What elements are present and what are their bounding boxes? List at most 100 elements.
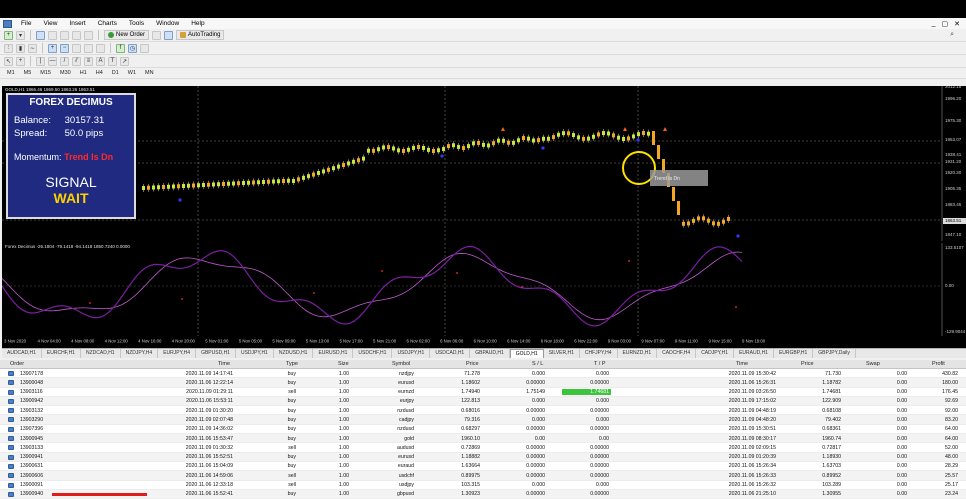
tile-windows-icon[interactable] (72, 43, 81, 53)
symbol-tab[interactable]: USDCHF,H1 (353, 349, 393, 358)
menu-view[interactable]: View (37, 18, 63, 29)
trade-row[interactable]: 13907178 2020.11.09 14:17:41 buy 1.00 nzdjpy… (0, 369, 966, 379)
menu-window[interactable]: Window (150, 18, 185, 29)
symbol-tab[interactable]: NZDCAD,H1 (81, 349, 121, 358)
symbol-tab[interactable]: USDJPY,H1 (392, 349, 431, 358)
symbol-tab[interactable]: USDCAD,H1 (430, 349, 471, 358)
timeframe-m5[interactable]: M5 (21, 69, 35, 78)
timeframe-w1[interactable]: W1 (125, 69, 139, 78)
new-order-button[interactable]: New Order (104, 30, 150, 40)
gold-h1-chart-window[interactable]: Trend Is Dn 2012.15 1996.20 1975.30 1953.07 1… (2, 86, 966, 348)
periods-icon[interactable]: ◷ (128, 43, 137, 53)
symbol-tab[interactable]: GOLD,H1 (509, 349, 544, 358)
channel-icon[interactable]: ⫽ (72, 56, 81, 66)
col-close-price[interactable]: Price (801, 361, 814, 367)
trade-row[interactable]: 13903133 2020.11.09 01:30:32 sell 1.00 audus… (0, 443, 966, 453)
symbol-tab[interactable]: CADJPY,H1 (696, 349, 735, 358)
menu-insert[interactable]: Insert (63, 18, 91, 29)
col-type[interactable]: Type (286, 361, 298, 367)
data-window-icon[interactable] (48, 30, 57, 40)
timeframe-m30[interactable]: M30 (57, 69, 74, 78)
arrows-icon[interactable]: ↗ (120, 56, 129, 66)
menu-help[interactable]: Help (185, 18, 210, 29)
col-order[interactable]: Order (10, 361, 24, 367)
zoom-out-icon[interactable]: − (60, 43, 69, 53)
autotrading-button[interactable]: AutoTrading (176, 30, 225, 40)
symbol-tab[interactable]: NZDJPY,H4 (121, 349, 159, 358)
bar-chart-icon[interactable]: ⫶ (4, 43, 13, 53)
symbol-tab[interactable]: CHFJPY,H4 (580, 349, 618, 358)
menu-file[interactable]: File (15, 18, 37, 29)
trade-row[interactable]: 13903290 2020.11.09 02:07:48 buy 1.00 cadjpy… (0, 415, 966, 425)
col-size[interactable]: Size (338, 361, 349, 367)
search-icon[interactable]: ⌕ (950, 31, 954, 39)
vertical-line-icon[interactable]: | (36, 56, 45, 66)
trade-row[interactable]: 13907396 2020.11.09 14:36:02 buy 1.00 nzdusd… (0, 425, 966, 435)
zoom-in-icon[interactable]: + (48, 43, 57, 53)
menu-tools[interactable]: Tools (123, 18, 150, 29)
symbol-tab[interactable]: EURCHF,H1 (42, 349, 81, 358)
options-icon[interactable] (164, 30, 174, 40)
trade-row[interactable]: 13903132 2020.11.09 01:30:20 buy 1.00 nzdusd… (0, 406, 966, 416)
autoscroll-icon[interactable] (96, 43, 105, 53)
close-button[interactable]: ✕ (954, 20, 960, 28)
minimize-button[interactable]: _ (932, 20, 936, 28)
trade-row[interactable]: 13900091 2020.11.06 12:33:18 sell 1.00 usdjp… (0, 481, 966, 490)
trade-row[interactable]: 13903116 2020.11.09 01:29:11 sell 1.00 eurnz… (0, 388, 966, 397)
trade-row[interactable]: 13900631 2020.11.06 15:04:09 buy 1.00 euraud… (0, 462, 966, 472)
indicators-icon[interactable]: f (116, 43, 125, 53)
col-profit[interactable]: Profit (932, 361, 945, 367)
trendline-icon[interactable]: / (60, 56, 69, 66)
new-chart-icon[interactable]: + (4, 30, 13, 40)
col-open-time[interactable]: Time (218, 361, 230, 367)
timeframe-m1[interactable]: M1 (4, 69, 18, 78)
symbol-tab[interactable]: EURNZD,H1 (618, 349, 658, 358)
col-swap[interactable]: Swap (866, 361, 880, 367)
indicator-chart[interactable]: 133.5107 0.00 -129.9044 (2, 243, 966, 338)
symbol-tab[interactable]: NZDUSD,H1 (274, 349, 314, 358)
timeframe-h1[interactable]: H1 (77, 69, 90, 78)
cursor-icon[interactable]: ↖ (4, 56, 13, 66)
trade-row[interactable]: 13900941 2020.11.06 15:52:51 buy 1.00 eurusd… (0, 452, 966, 462)
price-chart[interactable]: Trend Is Dn 2012.15 1996.20 1975.30 1953.07 1… (2, 86, 966, 241)
trade-row[interactable]: 13900606 2020.11.06 14:59:06 sell 1.00 usdch… (0, 471, 966, 481)
symbol-tab[interactable]: EURJPY,H4 (158, 349, 197, 358)
col-sl[interactable]: S / L (532, 361, 543, 367)
col-close-time[interactable]: Time (736, 361, 748, 367)
col-open-price[interactable]: Price (466, 361, 479, 367)
market-watch-icon[interactable] (36, 30, 45, 40)
label-icon[interactable]: T (108, 56, 117, 66)
timeframe-m15[interactable]: M15 (37, 69, 54, 78)
trade-row[interactable]: 13900048 2020.11.06 12:22:14 buy 1.00 eurusd… (0, 378, 966, 388)
timeframe-d1[interactable]: D1 (109, 69, 122, 78)
crosshair-icon[interactable]: + (16, 56, 25, 66)
line-chart-icon[interactable]: ∼ (28, 43, 37, 53)
terminal-icon[interactable] (72, 30, 81, 40)
metaeditor-icon[interactable] (152, 30, 162, 40)
symbol-tab[interactable]: USDJPY,H1 (236, 349, 274, 358)
profiles-icon[interactable]: ▾ (16, 30, 25, 40)
menu-charts[interactable]: Charts (92, 18, 123, 29)
strategy-tester-icon[interactable] (84, 30, 93, 40)
trade-row[interactable]: 13900942 2020.11.06 15:53:11 buy 1.00 eurjpy… (0, 396, 966, 407)
horizontal-line-icon[interactable]: — (48, 56, 57, 66)
symbol-tab[interactable]: GBPAUD,H1 (470, 349, 510, 358)
col-symbol[interactable]: Symbol (392, 361, 410, 367)
timeframe-mn[interactable]: MN (142, 69, 157, 78)
symbol-tab[interactable]: EURAUD,H1 (734, 349, 774, 358)
symbol-tab[interactable]: AUDCAD,H1 (2, 349, 42, 358)
trade-row[interactable]: 13900945 2020.11.06 15:53:47 buy 1.00 gold 19… (0, 434, 966, 444)
templates-icon[interactable] (140, 43, 149, 53)
chart-shift-icon[interactable] (84, 43, 93, 53)
fibonacci-icon[interactable]: ≡ (84, 56, 93, 66)
symbol-tab[interactable]: EURGBP,H1 (774, 349, 814, 358)
timeframe-h4[interactable]: H4 (93, 69, 106, 78)
candlestick-icon[interactable]: ▮ (16, 43, 25, 53)
symbol-tab[interactable]: GBPJPY,Daily (813, 349, 856, 358)
symbol-tab[interactable]: SILVER,H1 (544, 349, 580, 358)
symbol-tab[interactable]: EURUSD,H1 (313, 349, 354, 358)
symbol-tab[interactable]: GBPUSD,H1 (196, 349, 236, 358)
col-tp[interactable]: T / P (594, 361, 606, 367)
restore-button[interactable]: ▢ (942, 20, 949, 28)
text-icon[interactable]: A (96, 56, 105, 66)
